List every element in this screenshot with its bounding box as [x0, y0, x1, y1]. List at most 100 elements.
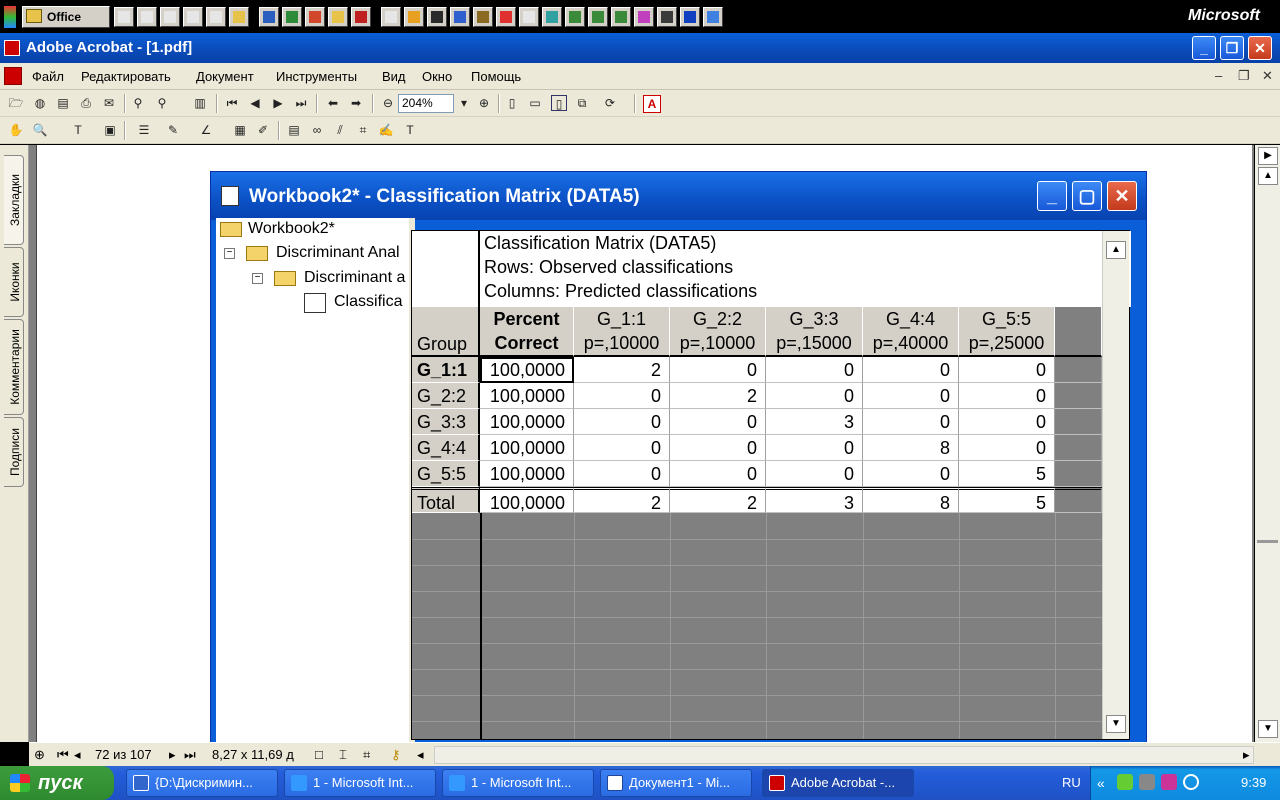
web-icon[interactable]: ◍ — [32, 95, 48, 111]
office-shortcut-icon[interactable] — [519, 7, 539, 27]
office-shortcut-icon[interactable] — [206, 7, 226, 27]
tray-expand-icon[interactable]: « — [1097, 775, 1105, 791]
table-cell[interactable]: 0 — [766, 461, 863, 487]
column-header[interactable]: G_1:1 p=,10000 — [574, 307, 670, 357]
doc-close-button[interactable]: ✕ — [1262, 68, 1273, 84]
column-header[interactable]: G_2:2 p=,10000 — [670, 307, 766, 357]
next-page-icon[interactable]: ▶ — [270, 95, 286, 111]
movie-tool-icon[interactable]: ▤ — [286, 122, 302, 138]
start-button[interactable]: пуск — [0, 766, 114, 800]
table-cell[interactable]: 100,0000 — [480, 487, 574, 513]
table-cell[interactable]: 0 — [863, 383, 959, 409]
table-cell[interactable]: 8 — [863, 487, 959, 513]
single-page-icon[interactable]: □ — [315, 747, 323, 762]
facing-icon[interactable]: ⌗ — [363, 747, 370, 763]
office-shortcut-icon[interactable] — [328, 7, 348, 27]
column-header[interactable]: Percent Correct — [480, 307, 574, 357]
prev-page-button[interactable]: ◂ — [74, 747, 81, 763]
go-forward-icon[interactable]: ➡ — [348, 95, 364, 111]
touchup-text-icon[interactable]: T — [402, 122, 418, 138]
note-tool-icon[interactable]: ☰ — [136, 122, 152, 138]
table-cell[interactable]: 0 — [863, 461, 959, 487]
tree-node-discriminant-analysis[interactable]: Discriminant Anal — [276, 244, 409, 262]
office-shortcut-icon[interactable] — [473, 7, 493, 27]
table-cell[interactable]: 0 — [959, 409, 1055, 435]
text-select-icon[interactable]: T — [70, 122, 86, 138]
office-shortcut-icon[interactable] — [183, 7, 203, 27]
graphics-select-icon[interactable]: ▣ — [102, 122, 118, 138]
page-indicator[interactable]: 72 из 107 — [95, 747, 152, 762]
task-acrobat[interactable]: Adobe Acrobat -... — [762, 769, 914, 797]
menu-tools[interactable]: Инструменты — [276, 69, 357, 84]
row-header[interactable]: G_1:1 — [412, 357, 480, 383]
workbook-minimize-button[interactable]: _ — [1037, 181, 1067, 211]
office-shortcut-icon[interactable] — [703, 7, 723, 27]
table-cell[interactable]: 0 — [670, 461, 766, 487]
menu-document[interactable]: Документ — [196, 69, 254, 84]
table-cell[interactable]: 3 — [766, 487, 863, 513]
table-cell[interactable]: 0 — [574, 409, 670, 435]
office-shortcut-icon[interactable] — [305, 7, 325, 27]
office-shortcut-icon[interactable] — [381, 7, 401, 27]
table-cell[interactable]: 100,0000 — [480, 409, 574, 435]
sheet-scroll-down-icon[interactable]: ▼ — [1106, 715, 1126, 733]
table-cell[interactable]: 5 — [959, 487, 1055, 513]
office-shortcut-icon[interactable] — [542, 7, 562, 27]
scroll-up-arrow-icon[interactable]: ▶ — [1258, 147, 1278, 165]
email-icon[interactable]: ✉ — [101, 95, 117, 111]
tree-node-workbook[interactable]: Workbook2* — [248, 220, 335, 238]
next-page-button[interactable]: ▸ — [169, 747, 176, 763]
go-back-icon[interactable]: ⬅ — [325, 95, 341, 111]
zoom-out-icon[interactable]: ⊖ — [380, 95, 396, 111]
row-header[interactable]: G_4:4 — [412, 435, 480, 461]
hscroll-left-icon[interactable]: ◂ — [417, 747, 424, 763]
table-cell[interactable]: 100,0000 — [480, 461, 574, 487]
print-icon[interactable]: ⎙ — [78, 95, 94, 111]
table-cell[interactable]: 0 — [574, 383, 670, 409]
row-header[interactable]: Total — [412, 487, 480, 513]
menu-file[interactable]: Файл — [32, 69, 64, 84]
tree-node-classification[interactable]: Classifica — [334, 293, 409, 311]
menu-help[interactable]: Помощь — [471, 69, 521, 84]
workbook-close-button[interactable]: ✕ — [1107, 181, 1137, 211]
table-cell[interactable]: 2 — [670, 383, 766, 409]
collapse-icon[interactable]: − — [224, 248, 235, 259]
menu-view[interactable]: Вид — [382, 69, 406, 84]
article-tool-icon[interactable]: ⫽ — [332, 122, 348, 138]
zoom-tool-icon[interactable]: 🔍 — [32, 122, 48, 138]
table-cell[interactable]: 0 — [766, 383, 863, 409]
rotate-icon[interactable]: ⟳ — [602, 95, 618, 111]
doc-restore-button[interactable]: ❐ — [1238, 68, 1250, 84]
form-tool-icon[interactable]: ▦ — [232, 122, 248, 138]
doc-minimize-button[interactable]: – — [1215, 68, 1222, 83]
zoom-dropdown-chevron-icon[interactable]: ▾ — [456, 95, 472, 111]
touchup-tool-icon[interactable]: ✐ — [255, 122, 271, 138]
office-shortcut-icon[interactable] — [114, 7, 134, 27]
row-header[interactable]: G_3:3 — [412, 409, 480, 435]
table-cell[interactable]: 0 — [959, 357, 1055, 383]
table-cell[interactable]: 0 — [959, 435, 1055, 461]
line-tool-icon[interactable]: ∠ — [198, 122, 214, 138]
tray-app-icon[interactable] — [1161, 774, 1177, 790]
digital-signature-icon[interactable]: ✍ — [378, 122, 394, 138]
table-cell[interactable]: 2 — [574, 487, 670, 513]
close-button[interactable]: ✕ — [1248, 36, 1272, 60]
table-cell[interactable]: 0 — [766, 357, 863, 383]
task-ie-2[interactable]: 1 - Microsoft Int... — [442, 769, 594, 797]
table-cell[interactable]: 0 — [766, 435, 863, 461]
previous-page-icon[interactable]: ◀ — [247, 95, 263, 111]
vertical-scrollbar[interactable]: ▶ ▲ ▼ — [1255, 145, 1280, 742]
last-page-button[interactable]: ⏭ — [184, 747, 196, 763]
office-shortcut-icon[interactable] — [588, 7, 608, 27]
tab-thumbnails[interactable]: Иконки — [4, 247, 24, 317]
table-cell[interactable]: 100,0000 — [480, 435, 574, 461]
task-word[interactable]: Документ1 - Mi... — [600, 769, 752, 797]
table-cell[interactable]: 0 — [670, 357, 766, 383]
office-shortcut-icon[interactable] — [229, 7, 249, 27]
tray-settings-icon[interactable] — [1139, 774, 1155, 790]
office-shortcut-icon[interactable] — [611, 7, 631, 27]
sheet-vertical-scrollbar[interactable]: ▲ ▼ — [1102, 231, 1129, 739]
horizontal-scrollbar[interactable] — [434, 746, 1254, 764]
table-cell[interactable]: 5 — [959, 461, 1055, 487]
scroll-thumb[interactable] — [1257, 540, 1278, 543]
